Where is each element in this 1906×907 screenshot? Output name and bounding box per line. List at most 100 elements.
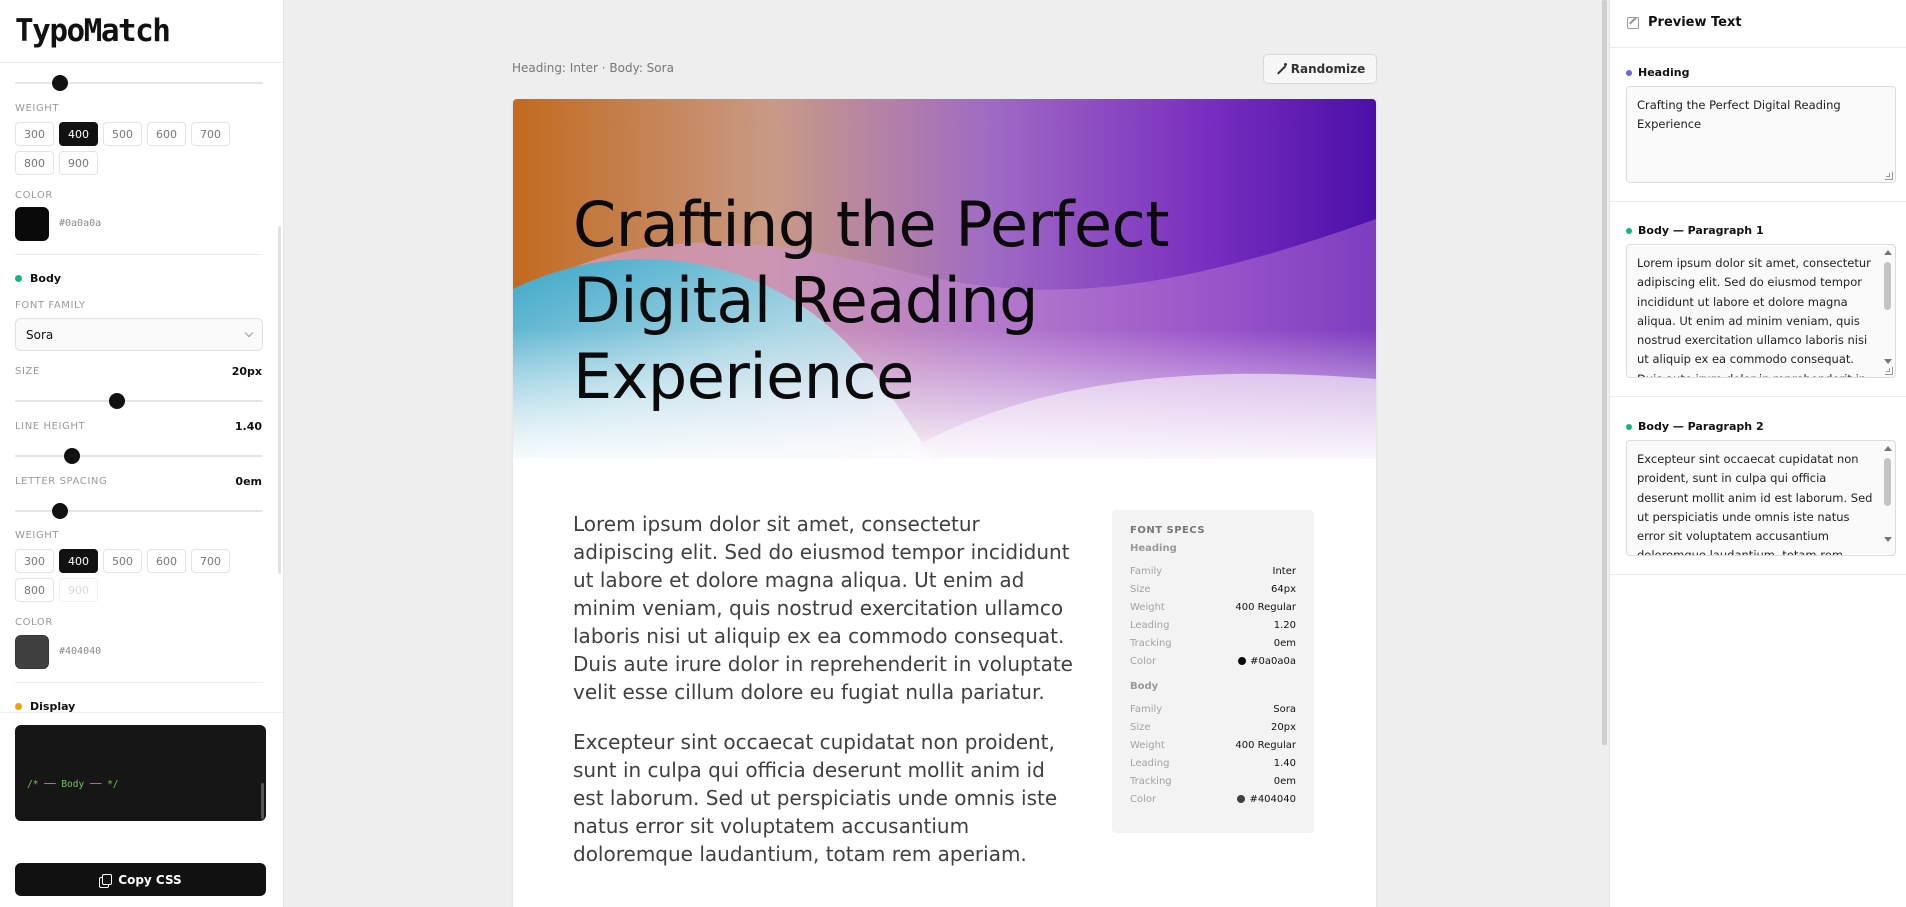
randomize-button[interactable]: Randomize — [1263, 54, 1377, 84]
preview-body: Lorem ipsum dolor sit amet, consectetur … — [573, 510, 1073, 890]
heading-color-swatch[interactable] — [15, 207, 49, 241]
scroll-thumb[interactable] — [1884, 262, 1891, 310]
weight-button-800[interactable]: 800 — [15, 578, 54, 602]
slider-track — [15, 400, 263, 402]
body-section-title: Body — [30, 272, 61, 285]
scroll-thumb[interactable] — [1884, 458, 1891, 506]
color-dot — [1238, 657, 1247, 665]
resize-grip[interactable] — [1885, 367, 1893, 375]
field-divider — [1610, 201, 1906, 202]
app-logo: TypoMatch — [15, 13, 171, 49]
spec-value: 0em — [1274, 638, 1296, 649]
body-weight-buttons: 300 400 500 600 700 800 900 — [15, 549, 245, 602]
spec-value: #404040 — [1237, 794, 1296, 805]
weight-button-600[interactable]: 600 — [147, 549, 186, 573]
heading-textarea[interactable]: Crafting the Perfect Digital Reading Exp… — [1626, 86, 1896, 183]
spec-value: 1.20 — [1274, 620, 1296, 631]
field-label-text: Body — Paragraph 1 — [1638, 224, 1764, 237]
resize-grip[interactable] — [1885, 172, 1893, 180]
randomize-label: Randomize — [1290, 62, 1366, 76]
slider-thumb[interactable] — [51, 75, 68, 91]
copy-css-button[interactable]: Copy CSS — [15, 863, 266, 896]
spec-key: Tracking — [1130, 775, 1172, 787]
spec-key: Size — [1130, 721, 1151, 733]
paragraph-1-textarea-value: Lorem ipsum dolor sit amet, consectetur … — [1637, 256, 1871, 377]
spec-value: 20px — [1271, 722, 1296, 733]
heading-dot — [1626, 69, 1632, 76]
weight-button-800[interactable]: 800 — [15, 151, 54, 175]
preview-text-panel: Preview Text Heading Crafting the Perfec… — [1609, 0, 1906, 907]
css-code-block[interactable]: /* ── Body ── */ font-family: 'Sora', sa… — [15, 725, 266, 821]
paragraph-2-textarea[interactable]: Excepteur sint occaecat cupidatat non pr… — [1626, 440, 1896, 556]
letter-spacing-label: LETTER SPACING — [15, 476, 108, 487]
body-color-swatch[interactable] — [15, 635, 49, 669]
slider-thumb[interactable] — [108, 393, 125, 409]
scroll-up-arrow[interactable] — [1884, 250, 1892, 255]
spec-row: Weight 400 Regular — [1130, 598, 1296, 616]
line-height-value: 1.40 — [234, 420, 262, 433]
code-scrollbar[interactable] — [261, 783, 264, 819]
preview-scrollbar[interactable] — [1602, 0, 1607, 745]
scroll-down-arrow[interactable] — [1884, 359, 1892, 364]
sidebar-scrollbar[interactable] — [278, 226, 281, 574]
spec-value-text: 64px — [1271, 583, 1296, 595]
spec-value-text: Sora — [1273, 703, 1296, 715]
slider-thumb[interactable] — [51, 503, 68, 519]
weight-button-600[interactable]: 600 — [147, 122, 186, 146]
spec-row: Tracking 0em — [1130, 634, 1296, 652]
spec-value: 0em — [1274, 776, 1296, 787]
field-label-text: Body — Paragraph 2 — [1638, 420, 1764, 433]
copy-icon — [99, 873, 113, 888]
weight-button-700[interactable]: 700 — [191, 549, 230, 573]
heading-weight-label: WEIGHT — [15, 103, 60, 114]
spec-key: Leading — [1130, 757, 1170, 769]
weight-button-700[interactable]: 700 — [191, 122, 230, 146]
specs-body-rows: Family Sora Size 20px Weight 400 Regular Leadi… — [1130, 700, 1296, 808]
font-family-select[interactable]: Sora — [15, 318, 263, 351]
spec-key: Family — [1130, 565, 1163, 577]
spec-key: Weight — [1130, 601, 1165, 613]
textarea-scrollbar[interactable] — [1882, 444, 1893, 552]
weight-button-400[interactable]: 400 — [59, 549, 98, 573]
spec-key: Tracking — [1130, 637, 1172, 649]
paragraph-1-textarea[interactable]: Lorem ipsum dolor sit amet, consectetur … — [1626, 244, 1896, 378]
letter-spacing-slider[interactable] — [15, 503, 263, 519]
weight-button-500[interactable]: 500 — [103, 122, 142, 146]
line-height-label: LINE HEIGHT — [15, 421, 86, 432]
line-height-slider[interactable] — [15, 448, 263, 464]
weight-button-900[interactable]: 900 — [59, 151, 98, 175]
spec-row: Tracking 0em — [1130, 772, 1296, 790]
field-divider — [1610, 396, 1906, 397]
font-family-value: Sora — [26, 327, 54, 342]
scroll-up-arrow[interactable] — [1884, 446, 1892, 451]
spec-key: Family — [1130, 703, 1163, 715]
weight-button-300[interactable]: 300 — [15, 122, 54, 146]
preview-paragraph-1: Lorem ipsum dolor sit amet, consectetur … — [573, 512, 1073, 704]
size-slider[interactable] — [15, 393, 263, 409]
slider-thumb[interactable] — [64, 448, 81, 464]
specs-heading-rows: Family Inter Size 64px Weight 400 Regular Lead… — [1130, 562, 1296, 670]
preview-area: Heading: Inter · Body: Sora Randomize Cr… — [284, 0, 1609, 907]
heading-letter-spacing-slider[interactable] — [15, 75, 263, 91]
spec-value: 400 Regular — [1235, 740, 1296, 751]
weight-button-500[interactable]: 500 — [103, 549, 142, 573]
body-color-label: COLOR — [15, 617, 53, 628]
weight-button-900: 900 — [59, 578, 98, 602]
weight-button-300[interactable]: 300 — [15, 549, 54, 573]
spec-value-text: 20px — [1271, 721, 1296, 733]
specs-body-title: Body — [1130, 681, 1159, 692]
textarea-scrollbar[interactable] — [1882, 248, 1893, 374]
spec-row: Size 20px — [1130, 718, 1296, 736]
spec-value-text: 1.40 — [1273, 757, 1296, 769]
field-label-text: Heading — [1638, 66, 1690, 79]
weight-button-400[interactable]: 400 — [59, 122, 98, 146]
spec-row: Size 64px — [1130, 580, 1296, 598]
heading-textarea-value: Crafting the Perfect Digital Reading Exp… — [1637, 98, 1841, 132]
font-specs-title: FONT SPECS — [1130, 525, 1206, 536]
size-value: 20px — [231, 365, 262, 378]
spec-value-text: 0em — [1273, 775, 1296, 787]
scroll-down-arrow[interactable] — [1884, 537, 1892, 542]
body-section-header[interactable]: Body — [15, 272, 61, 285]
heading-weight-buttons: 300 400 500 600 700 800 900 — [15, 122, 245, 175]
spec-row: Leading 1.20 — [1130, 616, 1296, 634]
